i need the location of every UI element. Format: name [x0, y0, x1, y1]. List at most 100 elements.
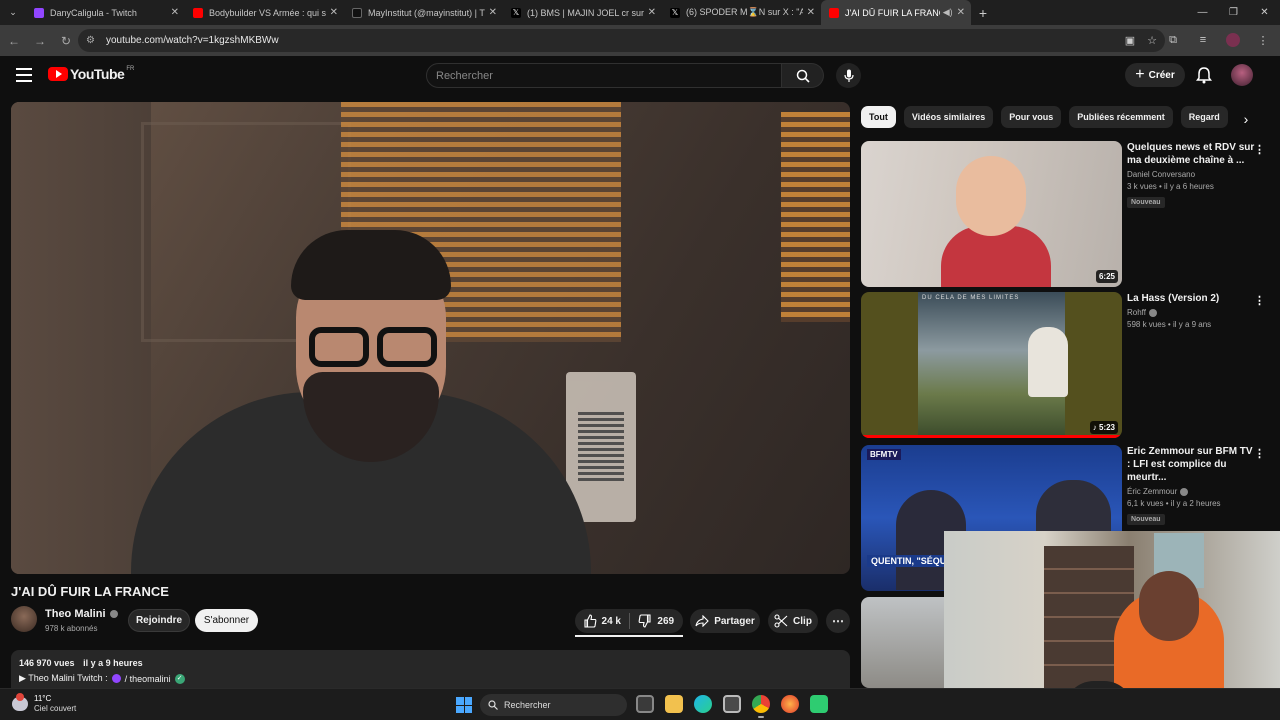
more-vert-icon[interactable]: ⋮: [1254, 143, 1265, 156]
reload-icon[interactable]: ↻: [54, 29, 78, 53]
close-tab-icon[interactable]: ✕: [807, 7, 815, 18]
more-vert-icon[interactable]: ⋮: [1254, 447, 1265, 460]
browser-tab[interactable]: DanyCaligula - Twitch ✕: [26, 0, 185, 25]
weather-widget[interactable]: 11°C Ciel couvert: [12, 693, 76, 714]
voice-search-button[interactable]: [836, 63, 861, 88]
youtube-icon: [829, 7, 839, 18]
menu-icon[interactable]: [16, 68, 32, 82]
video-duration: ♪ 5:23: [1089, 421, 1118, 434]
join-button[interactable]: Rejoindre: [128, 609, 190, 632]
recommended-channel[interactable]: Éric Zemmour: [1127, 487, 1257, 496]
chevron-right-icon[interactable]: ›: [1237, 110, 1255, 128]
description-box[interactable]: 146 970 vues il y a 9 heures ▶ Theo Mali…: [11, 650, 850, 688]
verified-icon: [1148, 308, 1157, 317]
forward-icon[interactable]: →: [28, 29, 52, 53]
edge-icon[interactable]: [694, 695, 712, 713]
video-thumbnail[interactable]: 6:25: [861, 141, 1122, 287]
clip-button[interactable]: Clip: [768, 609, 818, 633]
recommended-video[interactable]: DU CELA DE MES LIMITES ♪ 5:23 La Hass (V…: [861, 292, 1271, 438]
plus-icon: +: [1135, 66, 1145, 83]
windows-start-icon[interactable]: [456, 697, 472, 713]
like-dislike-bar: 24 k 269: [575, 609, 684, 637]
browser-menu-icon[interactable]: ⋮: [1252, 29, 1274, 51]
firefox-icon[interactable]: [781, 695, 799, 713]
notifications-bell-icon[interactable]: [1195, 66, 1213, 84]
recommended-title[interactable]: La Hass (Version 2): [1127, 292, 1257, 305]
browser-tab[interactable]: 𝕏 (1) BMS | MAJIN JOEL cr sur X : ✕: [503, 0, 662, 25]
tab-search-icon[interactable]: ⌄: [0, 0, 26, 25]
site-info-icon[interactable]: ⚙: [86, 35, 98, 47]
app-icon[interactable]: [810, 695, 828, 713]
task-view-icon[interactable]: [636, 695, 654, 713]
youtube-header: YouTube FR Rechercher + Créer: [0, 56, 1280, 96]
watch-progress-bar: [861, 435, 1122, 438]
address-bar[interactable]: ⚙ youtube.com/watch?v=1kgzshMKBWw ▣ ☆: [78, 29, 1165, 52]
verified-icon: [109, 610, 118, 618]
subscribe-button[interactable]: S'abonner: [195, 609, 258, 632]
url-text: youtube.com/watch?v=1kgzshMKBWw: [106, 35, 279, 46]
maximize-icon[interactable]: ❐: [1218, 0, 1249, 25]
close-tab-icon[interactable]: ✕: [957, 7, 965, 18]
browser-tab-active[interactable]: J'AI DÛ FUIR LA FRANCE - Y ◀) ✕: [821, 0, 971, 25]
twitch-icon: [34, 7, 44, 18]
speaker-icon[interactable]: ◀): [943, 7, 953, 18]
dislike-button[interactable]: 269: [630, 609, 684, 633]
video-title: J'AI DÛ FUIR LA FRANCE: [11, 584, 169, 599]
x-icon: 𝕏: [511, 7, 521, 18]
chrome-icon[interactable]: [752, 695, 770, 718]
search-input[interactable]: Rechercher: [426, 63, 782, 88]
recommended-channel[interactable]: Daniel Conversano: [1127, 170, 1257, 179]
channel-avatar[interactable]: [11, 606, 37, 632]
bookmark-star-icon[interactable]: ☆: [1147, 34, 1157, 47]
recommended-title[interactable]: Quelques news et RDV sur ma deuxième cha…: [1127, 141, 1257, 167]
chip-for-you[interactable]: Pour vous: [1001, 106, 1062, 128]
close-tab-icon[interactable]: ✕: [489, 7, 497, 18]
extensions-icon[interactable]: ⧉: [1162, 29, 1184, 51]
recommended-meta: 3 k vues • il y a 6 heures: [1127, 182, 1214, 191]
chip-watched[interactable]: Regard: [1180, 106, 1228, 128]
taskbar-search[interactable]: Rechercher: [480, 694, 627, 716]
share-button[interactable]: Partager: [690, 609, 760, 633]
recommended-video[interactable]: 6:25 Quelques news et RDV sur ma deuxièm…: [861, 141, 1271, 287]
more-vert-icon[interactable]: ⋮: [1254, 294, 1265, 307]
description-text: ▶ Theo Malini Twitch :: [19, 673, 108, 683]
video-thumbnail[interactable]: DU CELA DE MES LIMITES ♪ 5:23: [861, 292, 1122, 438]
file-explorer-icon[interactable]: [665, 695, 683, 713]
media-controls-icon[interactable]: ≡: [1192, 29, 1214, 51]
chip-similar[interactable]: Vidéos similaires: [903, 106, 994, 128]
cast-icon[interactable]: ▣: [1125, 34, 1135, 47]
more-actions-icon[interactable]: ⋯: [826, 609, 850, 633]
share-arrow-icon: [695, 615, 709, 627]
close-window-icon[interactable]: ✕: [1249, 0, 1280, 25]
window-controls: — ❐ ✕: [1187, 0, 1280, 25]
search-placeholder: Rechercher: [436, 69, 493, 82]
recommended-title[interactable]: Eric Zemmour sur BFM TV : LFI est compli…: [1127, 445, 1257, 484]
minimize-icon[interactable]: —: [1187, 0, 1218, 25]
close-tab-icon[interactable]: ✕: [648, 7, 656, 18]
recommended-channel[interactable]: Rohff: [1127, 308, 1257, 317]
video-player[interactable]: [11, 102, 850, 574]
close-tab-icon[interactable]: ✕: [330, 7, 338, 18]
browser-tab-strip: ⌄ DanyCaligula - Twitch ✕ Bodybuilder VS…: [0, 0, 1280, 25]
create-button[interactable]: + Créer: [1125, 63, 1185, 87]
store-icon[interactable]: [723, 695, 741, 713]
tiktok-icon: [352, 7, 362, 18]
browser-tab[interactable]: 𝕏 (6) SPODER M⌛N sur X : "Ah ✕: [662, 0, 821, 25]
account-avatar[interactable]: [1231, 64, 1253, 86]
close-tab-icon[interactable]: ✕: [171, 7, 179, 18]
chip-recent[interactable]: Publiées récemment: [1069, 106, 1173, 128]
new-tab-button[interactable]: +: [971, 5, 995, 21]
temperature: 11°C: [34, 694, 52, 703]
like-button[interactable]: 24 k: [575, 609, 629, 633]
channel-name[interactable]: Theo Malini: [45, 608, 118, 620]
recommended-meta: 6,1 k vues • il y a 2 heures: [1127, 499, 1221, 508]
search-button[interactable]: [782, 63, 824, 88]
twitch-link[interactable]: / theomalini: [125, 674, 171, 684]
new-badge: Nouveau: [1127, 514, 1165, 525]
browser-tab[interactable]: MayInstitut (@mayinstitut) | Tik ✕: [344, 0, 503, 25]
youtube-logo[interactable]: YouTube FR: [48, 66, 134, 82]
profile-icon[interactable]: [1222, 29, 1244, 51]
chip-all[interactable]: Tout: [861, 106, 896, 128]
back-icon[interactable]: ←: [2, 29, 26, 53]
browser-tab[interactable]: Bodybuilder VS Armée : qui ser ✕: [185, 0, 344, 25]
